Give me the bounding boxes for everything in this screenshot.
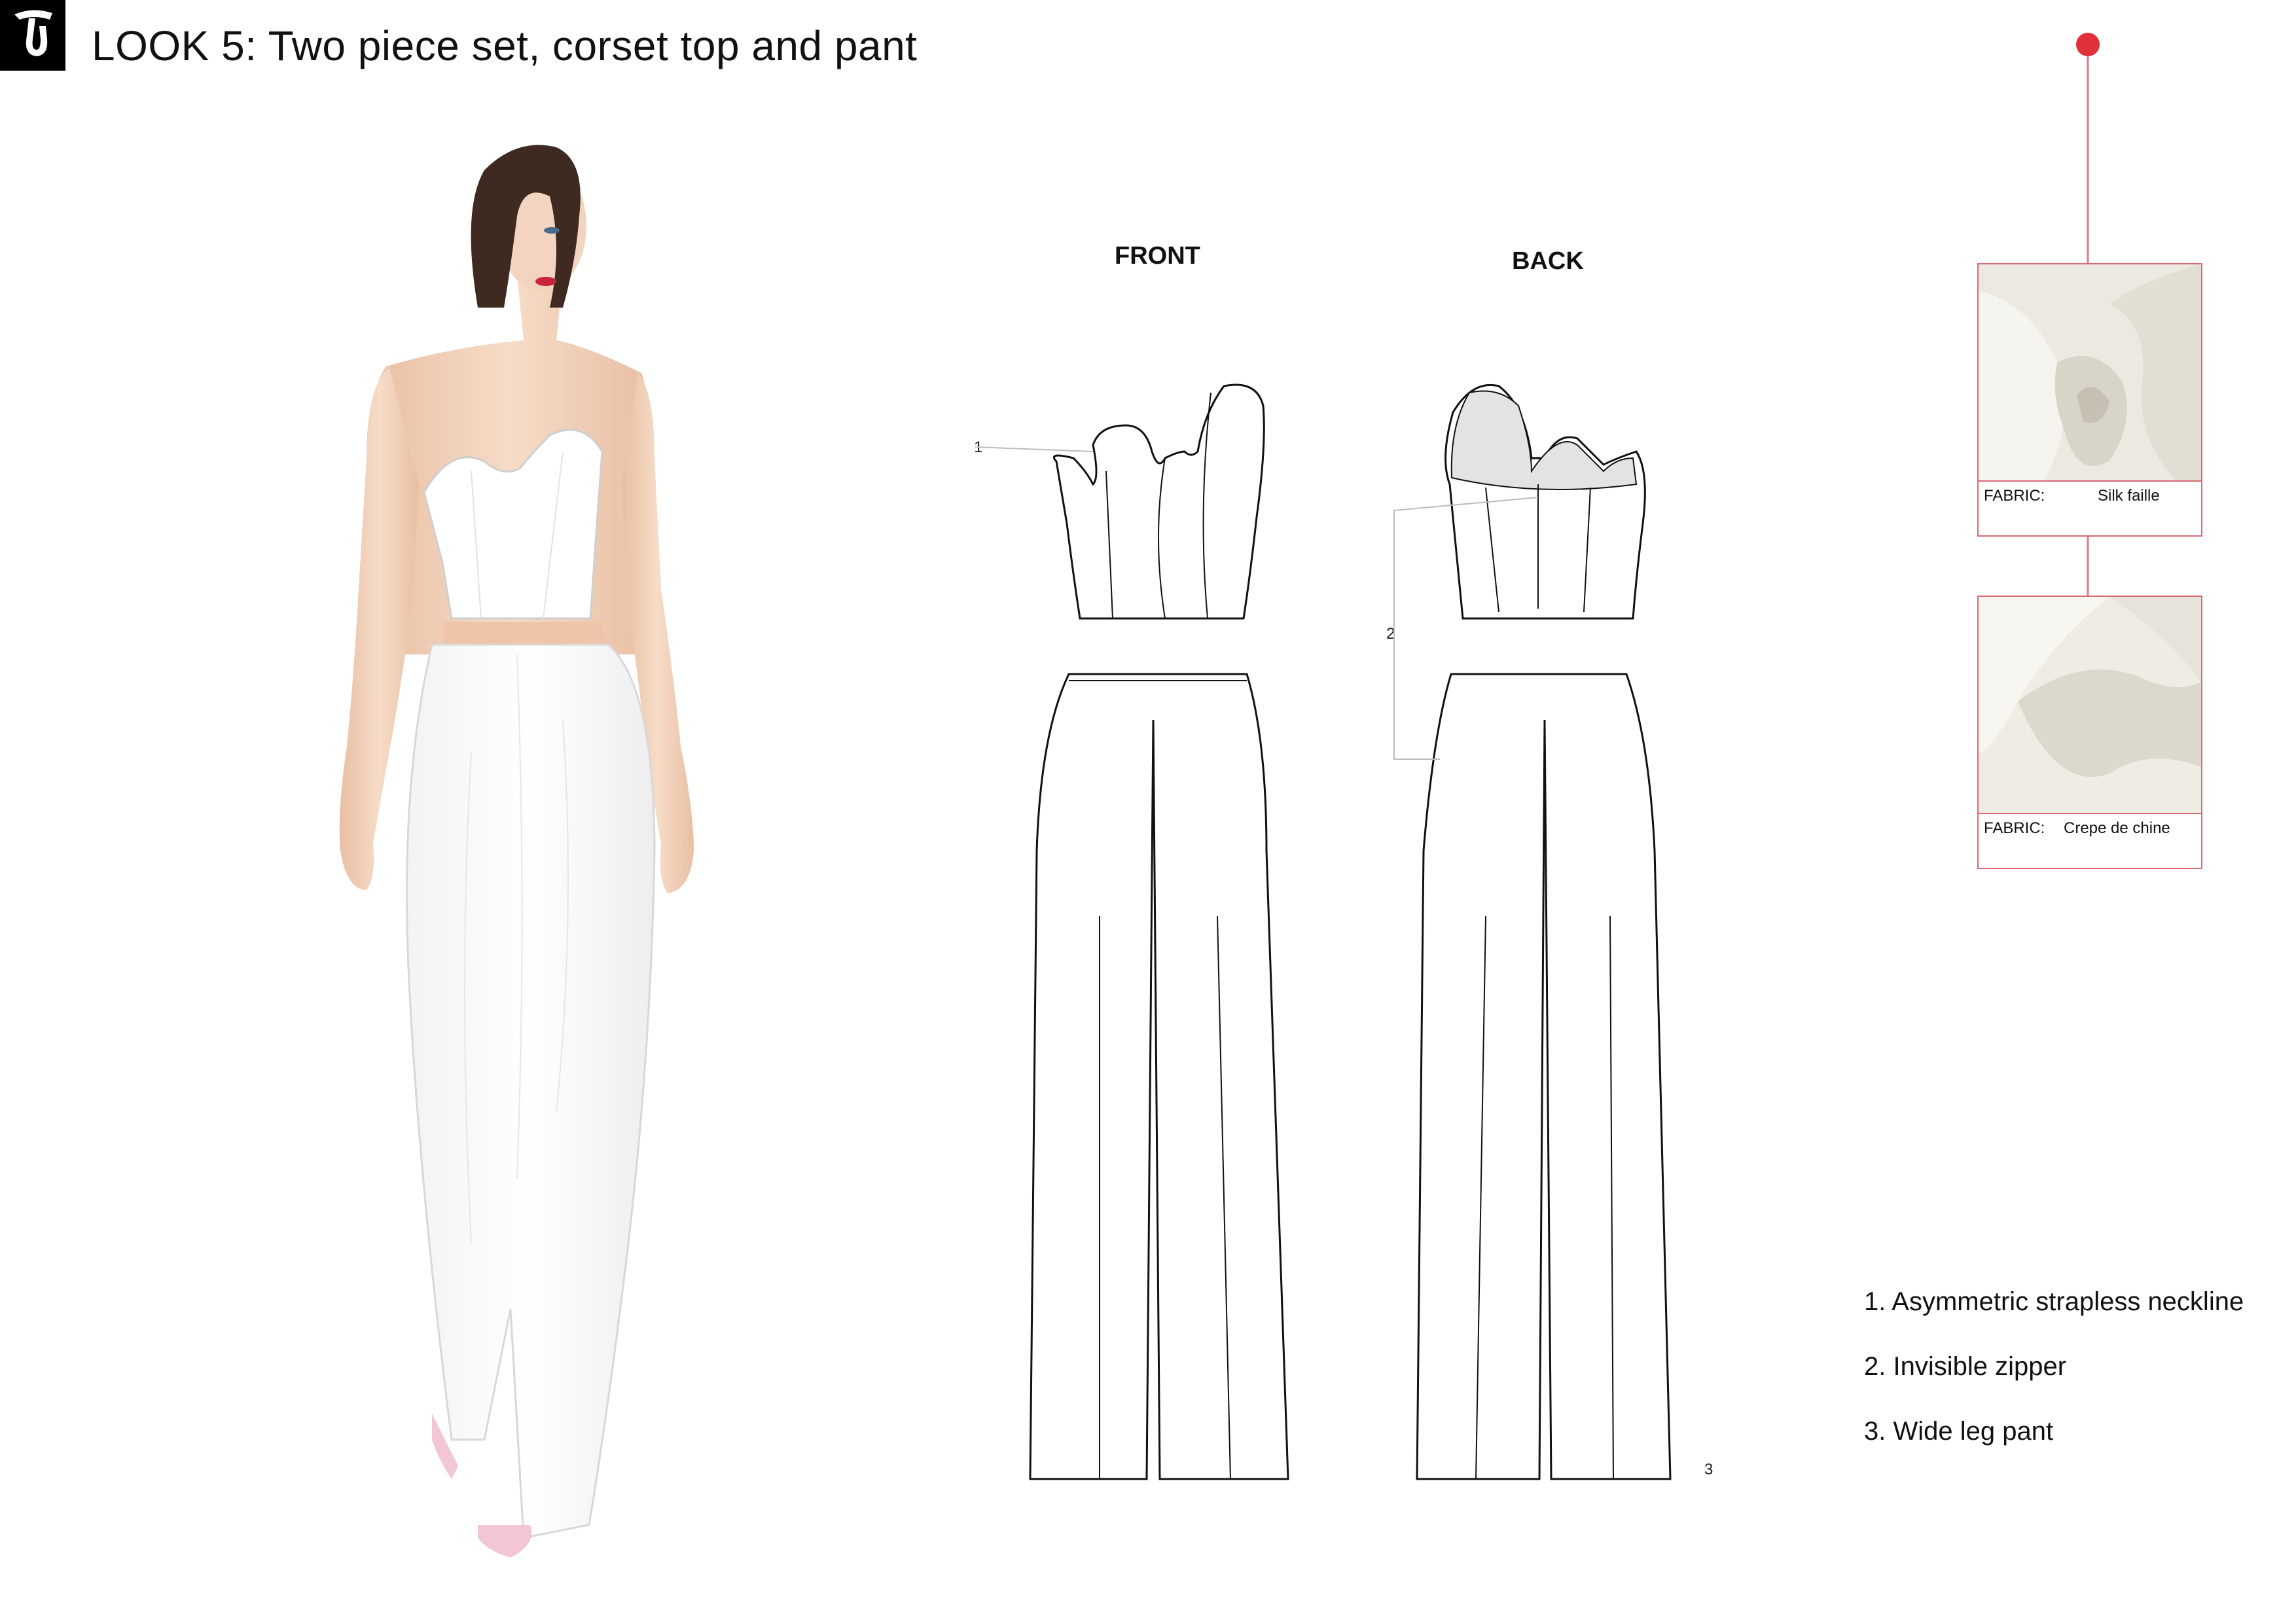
note-item: 2. Invisible zipper (1864, 1352, 2067, 1381)
eye (544, 227, 560, 234)
fabric-value-2: Crepe de chine (2064, 819, 2170, 837)
back-pants-flat (1416, 673, 1672, 1480)
note-item: 1. Asymmetric strapless neckline (1864, 1287, 2244, 1316)
fabric-caption-2: FABRIC: Crepe de chine (1979, 814, 2201, 868)
fabric-key-2: FABRIC: (1984, 819, 2045, 837)
lips (535, 277, 556, 286)
front-flat-sketch (975, 383, 1289, 1480)
note-item: 3. Wide leg pant (1864, 1417, 2054, 1446)
fabric-caption-1: FABRIC: Silk faille (1979, 482, 2201, 535)
design-notes: 1. Asymmetric strapless neckline 2. Invi… (1864, 1270, 2244, 1464)
fashion-illustration (339, 145, 694, 1558)
accent-dot (2076, 33, 2100, 56)
fabric-swatch-2: FABRIC: Crepe de chine (1977, 596, 2202, 869)
right-shoe (478, 1525, 531, 1558)
fabric-value-1: Silk faille (2098, 487, 2160, 505)
front-pants-flat (1029, 673, 1289, 1480)
back-flat-sketch (1393, 383, 1672, 1480)
fabric-key-1: FABRIC: (1984, 487, 2045, 505)
fabric-swatch-1: FABRIC: Silk faille (1977, 263, 2202, 537)
front-corset-flat (1052, 383, 1265, 620)
left-arm (339, 366, 419, 890)
fabric-image-silk-faille (1979, 264, 2201, 482)
fabric-image-crepe-de-chine (1979, 597, 2201, 814)
figure-wide-pants (406, 643, 656, 1539)
